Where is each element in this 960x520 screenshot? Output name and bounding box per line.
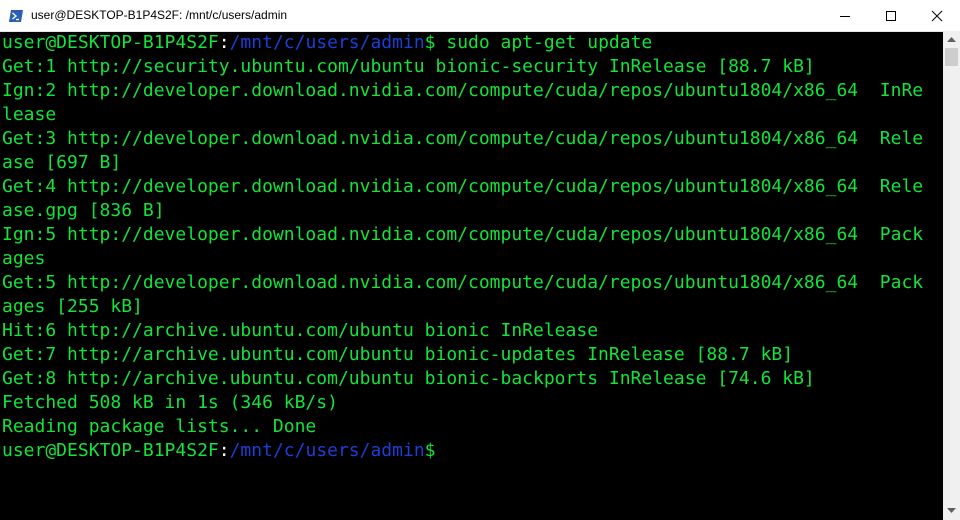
scrollbar-thumb[interactable] bbox=[945, 48, 958, 66]
output-line: Ign:2 http://developer.download.nvidia.c… bbox=[2, 80, 924, 101]
chevron-up-icon bbox=[947, 37, 956, 42]
output-line: Get:8 http://archive.ubuntu.com/ubuntu b… bbox=[2, 368, 815, 389]
vertical-scrollbar[interactable] bbox=[943, 31, 960, 520]
maximize-icon bbox=[886, 11, 896, 21]
prompt-user: user@DESKTOP-B1P4S2F bbox=[2, 440, 219, 461]
output-line: Get:5 http://developer.download.nvidia.c… bbox=[2, 272, 924, 293]
prompt-line: user@DESKTOP-B1P4S2F:/mnt/c/users/admin$ bbox=[0, 439, 943, 463]
terminal-output[interactable]: user@DESKTOP-B1P4S2F:/mnt/c/users/admin$… bbox=[0, 31, 943, 520]
prompt-colon: : bbox=[218, 32, 230, 53]
window-title: user@DESKTOP-B1P4S2F: /mnt/c/users/admin bbox=[31, 8, 288, 22]
output-line: Ign:5 http://developer.download.nvidia.c… bbox=[2, 224, 924, 245]
output-line: ages bbox=[2, 248, 46, 269]
close-icon bbox=[931, 10, 943, 22]
output-line: Get:3 http://developer.download.nvidia.c… bbox=[2, 128, 924, 149]
prompt-colon: : bbox=[218, 440, 230, 461]
prompt-path: /mnt/c/users/admin bbox=[229, 32, 425, 53]
close-button[interactable] bbox=[914, 0, 960, 31]
output-line: Fetched 508 kB in 1s (346 kB/s) bbox=[2, 392, 338, 413]
output-line: Get:7 http://archive.ubuntu.com/ubuntu b… bbox=[2, 344, 794, 365]
chevron-down-icon bbox=[947, 508, 956, 513]
output-line: Reading package lists... Done bbox=[2, 416, 317, 437]
scroll-up-button[interactable] bbox=[943, 31, 960, 48]
output-line: Get:1 http://security.ubuntu.com/ubuntu … bbox=[2, 56, 815, 77]
output-line: Get:4 http://developer.download.nvidia.c… bbox=[2, 176, 924, 197]
prompt-symbol: $ bbox=[424, 440, 436, 461]
command-text: sudo apt-get update bbox=[435, 32, 653, 53]
prompt-symbol: $ bbox=[424, 32, 436, 53]
output-line: lease bbox=[2, 104, 57, 125]
prompt-path: /mnt/c/users/admin bbox=[229, 440, 425, 461]
maximize-button[interactable] bbox=[868, 0, 914, 31]
output-line: ase.gpg [836 B] bbox=[2, 200, 165, 221]
terminal-window: user@DESKTOP-B1P4S2F: /mnt/c/users/admin… bbox=[0, 0, 960, 520]
output-line: ase [697 B] bbox=[2, 152, 122, 173]
output-line: Hit:6 http://archive.ubuntu.com/ubuntu b… bbox=[2, 320, 599, 341]
output-line: ages [255 kB] bbox=[2, 296, 143, 317]
prompt-line: user@DESKTOP-B1P4S2F:/mnt/c/users/admin$… bbox=[0, 31, 943, 55]
scroll-down-button[interactable] bbox=[943, 503, 960, 520]
powershell-icon bbox=[9, 8, 23, 22]
minimize-button[interactable] bbox=[822, 0, 868, 31]
prompt-user: user@DESKTOP-B1P4S2F bbox=[2, 32, 219, 53]
minimize-icon bbox=[840, 16, 850, 17]
title-bar[interactable]: user@DESKTOP-B1P4S2F: /mnt/c/users/admin bbox=[0, 0, 960, 32]
